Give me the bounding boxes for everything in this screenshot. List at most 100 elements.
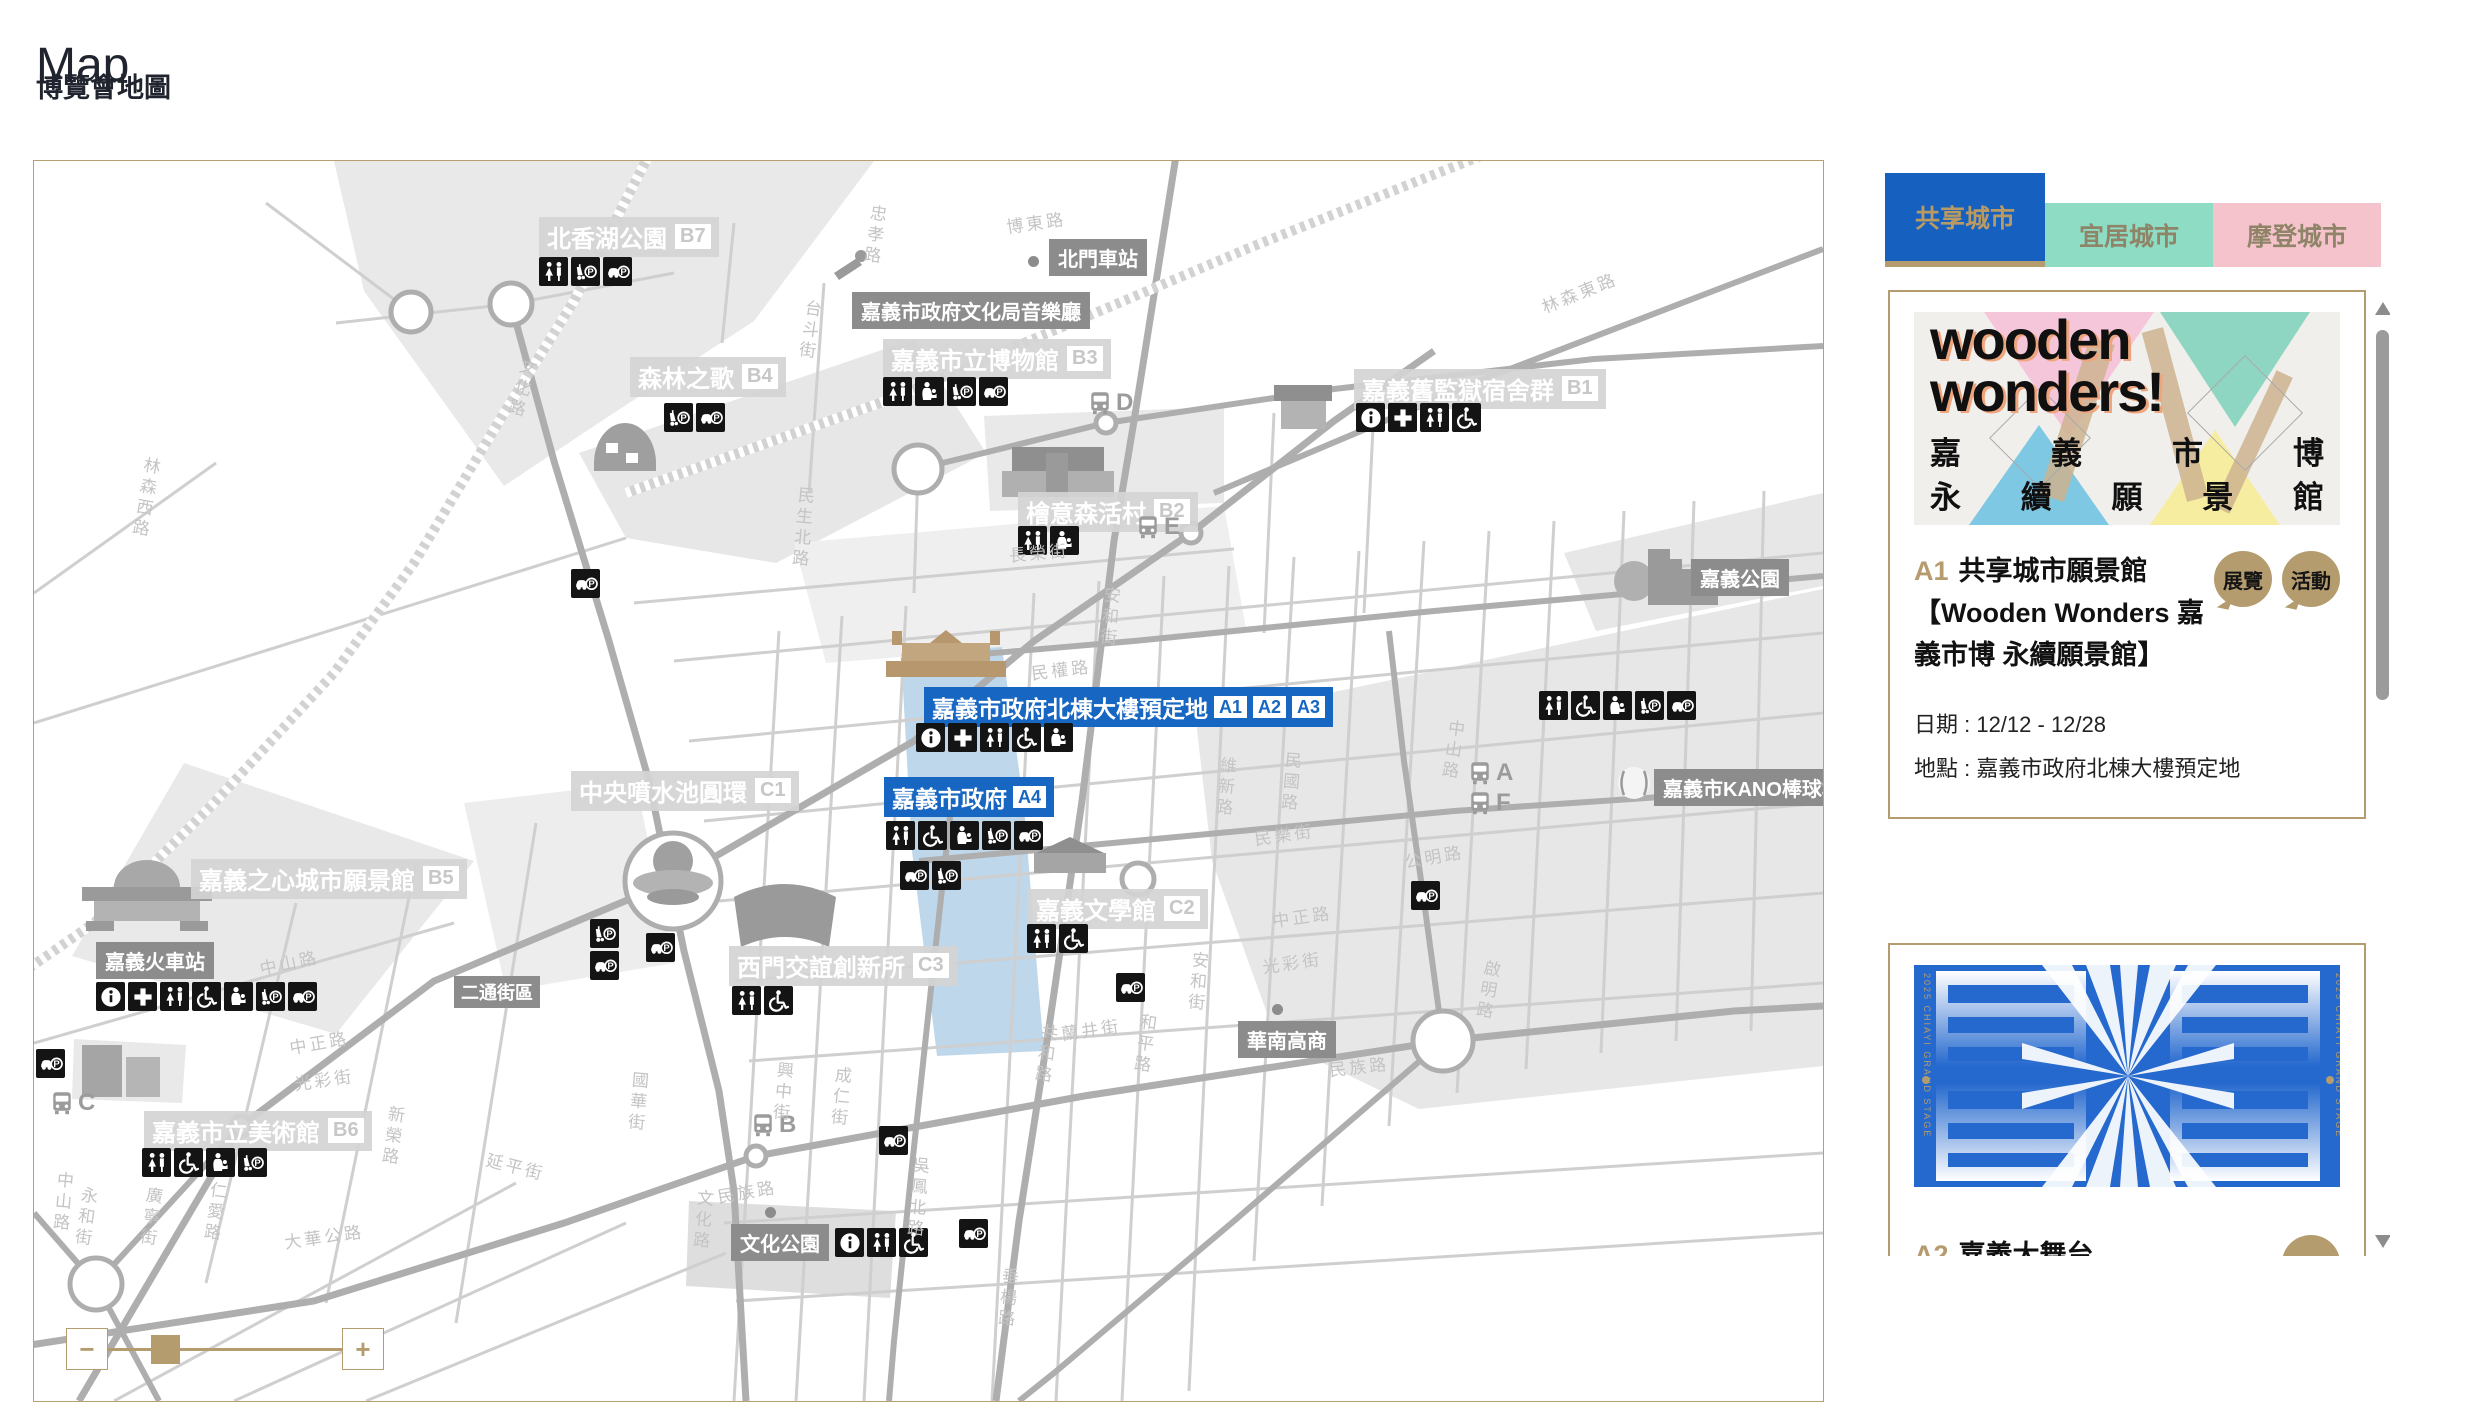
car-parking-icon	[1667, 691, 1696, 720]
accessible-icon	[1012, 723, 1041, 752]
venue-label[interactable]: 二通街區	[454, 976, 540, 1008]
expo-map[interactable]: 北香湖公園B7森林之歌B4嘉義市政府文化局音樂廳北門車站嘉義市立博物館B3嘉義舊…	[33, 160, 1824, 1402]
venue-label[interactable]: 嘉義市立美術館B6	[144, 1111, 372, 1151]
nursing-icon	[950, 821, 979, 850]
car-parking-icon	[646, 933, 675, 962]
toilet-icon	[1539, 691, 1568, 720]
first-aid-icon	[1388, 403, 1417, 432]
toilet-icon	[1027, 924, 1056, 953]
location-dot	[1028, 256, 1039, 267]
car-parking-icon	[36, 1049, 65, 1078]
info-icon	[1356, 403, 1385, 432]
zoom-slider-handle[interactable]	[151, 1335, 180, 1364]
venue-嘉義市KANO棒球場: 嘉義市KANO棒球場	[1654, 769, 1824, 806]
bus-stop-E: E	[1134, 513, 1180, 541]
scooter-parking-icon	[664, 403, 693, 432]
facility-icon-row	[142, 1148, 267, 1177]
tab-宜居城市[interactable]: 宜居城市	[2045, 203, 2213, 267]
venue-tag-活動: 活動	[2282, 551, 2340, 607]
car-parking-icon	[1411, 881, 1440, 910]
first-aid-icon	[128, 982, 157, 1011]
sidebar-scrollbar[interactable]	[2375, 290, 2390, 1256]
standalone-parking	[571, 569, 600, 598]
venue-label[interactable]: 華南高商	[1238, 1021, 1336, 1058]
car-parking-icon	[571, 569, 600, 598]
standalone-parking	[1411, 881, 1440, 910]
venue-code-C3: C3	[913, 953, 949, 978]
venue-label[interactable]: 嘉義市政府文化局音樂廳	[852, 292, 1090, 329]
venue-tag-circle	[2282, 1235, 2340, 1256]
facility-icon-row	[1027, 924, 1088, 953]
wooden-wonders-poster: woodenwonders! 嘉義市博 永續願景館	[1914, 312, 2340, 525]
nursing-icon	[206, 1148, 235, 1177]
scroll-up-icon[interactable]	[2375, 302, 2390, 315]
car-parking-icon	[1014, 821, 1043, 850]
venue-label[interactable]: 嘉義市政府北棟大樓預定地A1A2A3	[924, 687, 1333, 727]
venue-label[interactable]: 中央噴水池圓環C1	[571, 771, 799, 811]
venue-label[interactable]: 嘉義之心城市願景館B5	[191, 859, 467, 899]
street-label-長榮街: 長榮街	[1008, 536, 1070, 566]
scroll-down-icon[interactable]	[2375, 1235, 2390, 1248]
page-subtitle: 博覽會地圖	[36, 66, 171, 105]
venue-label[interactable]: 嘉義市KANO棒球場	[1654, 769, 1824, 806]
venue-嘉義之心城市願景館: 嘉義之心城市願景館B5	[191, 859, 467, 899]
venue-label[interactable]: 嘉義公園	[1691, 559, 1789, 596]
landmark-museum	[1002, 447, 1114, 497]
zoom-slider-track[interactable]	[86, 1348, 364, 1351]
location-dot	[1272, 1004, 1283, 1015]
scrollbar-thumb[interactable]	[2376, 330, 2389, 700]
venue-code-A2: A2	[1253, 696, 1286, 719]
bus-stop-C: C	[48, 1089, 95, 1117]
standalone-parking	[959, 1219, 988, 1248]
accessible-icon	[1452, 403, 1481, 432]
car-parking-icon	[288, 982, 317, 1011]
venue-嘉義文學館: 嘉義文學館C2	[1028, 889, 1208, 929]
car-parking-icon	[979, 377, 1008, 406]
scooter-parking-icon	[238, 1148, 267, 1177]
map-zoom-control[interactable]: − +	[66, 1328, 384, 1372]
venue-place: 地點 : 嘉義市政府北棟大樓預定地	[1914, 747, 2340, 791]
tab-共享城市[interactable]: 共享城市	[1885, 173, 2045, 267]
standalone-parking	[36, 1049, 65, 1078]
venue-label[interactable]: 西門交誼創新所C3	[729, 946, 957, 986]
scooter-parking-icon	[947, 377, 976, 406]
venue-北門車站: 北門車站	[1028, 239, 1147, 276]
venue-label[interactable]: 嘉義市立博物館B3	[883, 339, 1111, 379]
toilet-icon	[867, 1228, 896, 1257]
venue-code-C1: C1	[755, 778, 791, 803]
tab-摩登城市[interactable]: 摩登城市	[2213, 203, 2381, 267]
zoom-in-button[interactable]: +	[342, 1328, 384, 1370]
map-canvas[interactable]: 北香湖公園B7森林之歌B4嘉義市政府文化局音樂廳北門車站嘉義市立博物館B3嘉義舊…	[34, 161, 1823, 1401]
venue-label[interactable]: 文化公園	[731, 1224, 829, 1261]
venue-label[interactable]: 嘉義市政府A4	[884, 777, 1054, 817]
nursing-icon	[1044, 723, 1073, 752]
poster-side-text: 2025 CHIAYI GRAND STAGE	[1922, 973, 1932, 1138]
venue-label[interactable]: 北門車站	[1049, 239, 1147, 276]
venue-code-A1: A1	[1214, 696, 1247, 719]
venue-card-list[interactable]: woodenwonders! 嘉義市博 永續願景館 A1共享城市願景館【Wood…	[1885, 290, 2390, 1256]
toilet-icon	[732, 986, 761, 1015]
venue-code-A3: A3	[1292, 696, 1325, 719]
toilet-icon	[142, 1148, 171, 1177]
venue-嘉義市立美術館: 嘉義市立美術館B6	[144, 1111, 372, 1151]
standalone-parking	[590, 951, 619, 980]
toilet-icon	[980, 723, 1009, 752]
zoom-out-button[interactable]: −	[66, 1328, 108, 1370]
location-dot	[765, 1207, 776, 1218]
scooter-parking-icon	[571, 257, 600, 286]
venue-label[interactable]: 森林之歌B4	[630, 357, 786, 397]
facility-icon-row	[96, 982, 317, 1011]
toilet-icon	[883, 377, 912, 406]
venue-code-B4: B4	[742, 364, 778, 389]
venue-card-a2[interactable]: 2025 CHIAYI GRAND STAGE 2025 CHIAYI GRAN…	[1888, 943, 2366, 1256]
venue-森林之歌: 森林之歌B4	[630, 357, 786, 397]
venue-label[interactable]: 北香湖公園B7	[539, 217, 719, 257]
scooter-parking-icon	[590, 919, 619, 948]
bus-stop-D: D	[1086, 389, 1133, 417]
venue-label[interactable]: 嘉義火車站	[96, 942, 214, 979]
venue-label[interactable]: 嘉義文學館C2	[1028, 889, 1208, 929]
standalone-parking	[1116, 973, 1145, 1002]
scooter-parking-icon	[932, 861, 961, 890]
venue-card-a1[interactable]: woodenwonders! 嘉義市博 永續願景館 A1共享城市願景館【Wood…	[1888, 290, 2366, 819]
landmark-prison	[1274, 385, 1332, 429]
